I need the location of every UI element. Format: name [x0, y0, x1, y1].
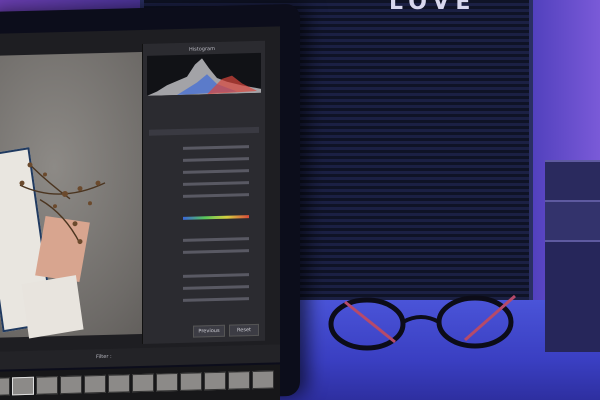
filmstrip-thumbnail[interactable] — [180, 372, 202, 391]
eyeglasses — [328, 294, 516, 351]
dried-flowers — [19, 162, 106, 245]
histogram-title: Histogram — [189, 46, 215, 53]
slider[interactable] — [183, 193, 249, 198]
histogram — [147, 52, 261, 96]
paper-card — [21, 275, 84, 339]
filmstrip-thumbnail[interactable] — [0, 377, 10, 396]
slider[interactable] — [183, 249, 249, 254]
slider[interactable] — [183, 145, 249, 150]
filmstrip-thumbnail[interactable] — [36, 376, 58, 395]
slider[interactable] — [183, 297, 249, 302]
filmstrip-thumbnail[interactable] — [252, 370, 274, 390]
filmstrip-thumbnail[interactable] — [84, 374, 106, 394]
filmstrip — [0, 364, 280, 400]
reset-button[interactable]: Reset — [229, 323, 259, 337]
develop-panel: Histogram Previous Reset — [142, 40, 265, 344]
filter-label: Filter : — [96, 353, 112, 361]
book — [545, 240, 600, 352]
filmstrip-thumbnail[interactable] — [204, 371, 226, 391]
filmstrip-thumbnail[interactable] — [156, 373, 178, 392]
previous-button[interactable]: Previous — [193, 324, 225, 338]
color-slider[interactable] — [183, 215, 249, 220]
filmstrip-thumbnail[interactable] — [228, 371, 250, 390]
edited-photo — [0, 51, 165, 339]
filmstrip-thumbnail[interactable] — [60, 375, 82, 395]
slider[interactable] — [183, 237, 249, 242]
slider[interactable] — [183, 285, 249, 290]
book — [545, 200, 600, 242]
letter-board-text: LOVE — [389, 0, 477, 15]
laptop: Histogram Previous Reset Filter: — [0, 3, 300, 400]
slider[interactable] — [183, 181, 249, 186]
book-stack — [545, 160, 600, 352]
slider[interactable] — [183, 273, 249, 278]
filmstrip-thumbnail[interactable] — [132, 373, 154, 393]
book — [545, 160, 600, 202]
laptop-screen: Histogram Previous Reset Filter: — [0, 26, 280, 400]
slider[interactable] — [183, 169, 249, 174]
photo-scene: LOVE Histogram Previous Reset Filter: — [0, 0, 600, 400]
filmstrip-thumbnail[interactable] — [12, 376, 34, 396]
tool-strip[interactable] — [149, 126, 259, 136]
filmstrip-thumbnail[interactable] — [108, 374, 130, 393]
slider[interactable] — [183, 157, 249, 162]
